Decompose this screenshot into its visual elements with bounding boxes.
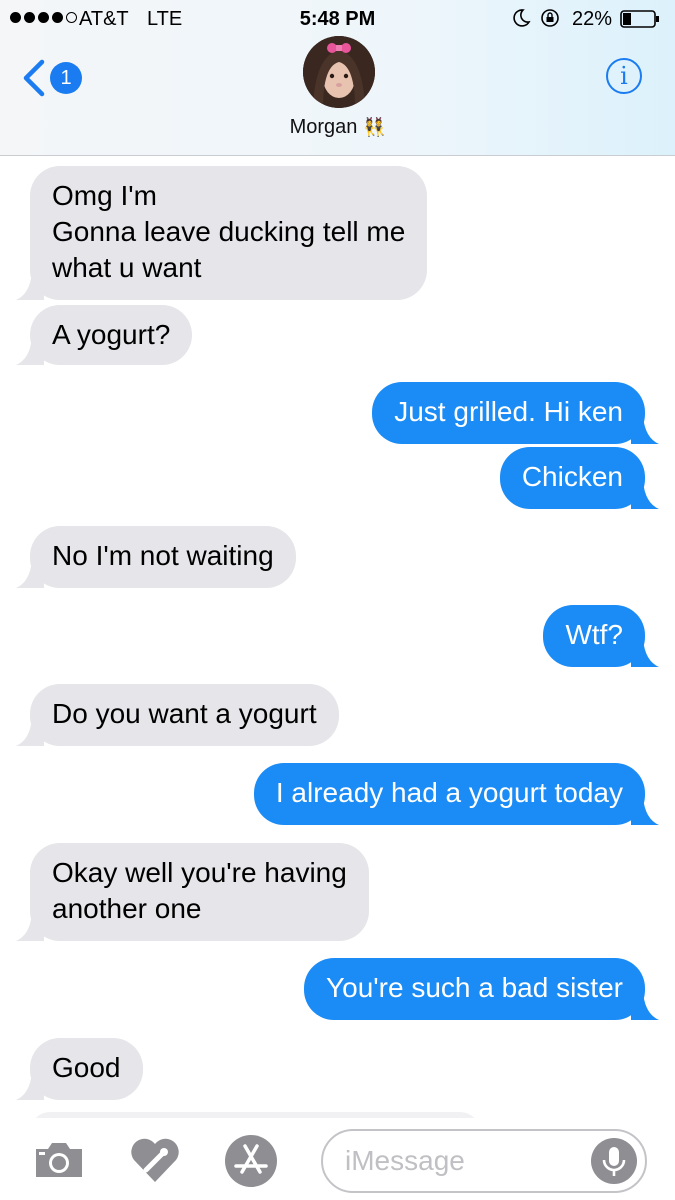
back-button[interactable]: 1 <box>20 58 82 98</box>
message-text: what u want <box>52 252 202 283</box>
bubble-tail <box>631 481 659 509</box>
incoming-message-bubble[interactable]: Okay well you're having another one <box>30 843 369 941</box>
message-text: Chicken <box>521 461 623 492</box>
conversation-header: AT&T LTE 5:48 PM 22% 1 Morgan 👯 i <box>0 0 675 156</box>
do-not-disturb-icon <box>513 9 531 27</box>
info-button[interactable]: i <box>606 58 642 94</box>
camera-icon[interactable] <box>32 1139 86 1181</box>
message-text: A yogurt? <box>52 319 171 350</box>
rotation-lock-icon <box>541 9 559 27</box>
message-text: No I'm not waiting <box>52 540 274 571</box>
contact-name[interactable]: Morgan 👯 <box>0 116 675 139</box>
outgoing-message-bubble[interactable]: Wtf? <box>543 605 645 667</box>
bubble-tail <box>16 337 44 365</box>
bubble-tail <box>631 797 659 825</box>
bubble-tail <box>16 913 44 941</box>
microphone-button[interactable] <box>591 1138 637 1184</box>
bubble-tail <box>16 718 44 746</box>
bubble-tail <box>631 639 659 667</box>
incoming-message-bubble[interactable]: Good <box>30 1038 143 1100</box>
bubble-tail <box>631 416 659 444</box>
outgoing-message-bubble[interactable]: Just grilled. Hi ken <box>372 382 645 444</box>
message-text: Do you want a yogurt <box>52 698 317 729</box>
message-text: I already had a yogurt today <box>275 777 623 808</box>
digital-touch-icon[interactable] <box>128 1136 182 1184</box>
bubble-tail <box>16 560 44 588</box>
incoming-message-bubble[interactable]: Omg I'm Gonna leave ducking tell me what u… <box>30 166 428 300</box>
message-input[interactable]: iMessage <box>321 1129 647 1193</box>
app-store-icon[interactable] <box>224 1134 278 1188</box>
contact-emoji: 👯 <box>362 117 386 137</box>
contact-avatar[interactable] <box>303 36 375 108</box>
outgoing-message-bubble[interactable]: I already had a yogurt today <box>253 763 645 825</box>
message-text: You're such a bad sister <box>326 972 623 1003</box>
incoming-message-bubble[interactable]: A yogurt? <box>30 305 193 365</box>
battery-percentage: 22% <box>572 8 613 30</box>
unread-badge: 1 <box>50 62 82 94</box>
battery-icon <box>620 10 659 28</box>
message-text: Good <box>52 1052 121 1083</box>
outgoing-message-bubble[interactable]: You're such a bad sister <box>304 958 645 1020</box>
incoming-message-bubble[interactable]: Do you want a yogurt <box>30 684 339 746</box>
message-placeholder: iMessage <box>345 1145 465 1176</box>
bubble-tail <box>631 992 659 1020</box>
message-text: Okay well you're having <box>52 857 347 888</box>
message-text: Just grilled. Hi ken <box>394 396 623 427</box>
chevron-left-icon <box>23 59 45 97</box>
message-text: Gonna leave ducking tell me <box>52 216 406 247</box>
microphone-icon <box>602 1147 626 1176</box>
bubble-tail <box>16 272 44 300</box>
incoming-message-bubble[interactable]: No I'm not waiting <box>30 526 296 588</box>
outgoing-message-bubble[interactable]: Chicken <box>499 447 645 509</box>
message-text: another one <box>52 893 202 924</box>
bubble-tail <box>16 1072 44 1100</box>
status-bar: AT&T LTE 5:48 PM 22% <box>0 0 675 38</box>
message-text: Omg I'm <box>52 180 157 211</box>
message-text: Wtf? <box>565 619 623 650</box>
avatar-photo <box>303 36 375 108</box>
